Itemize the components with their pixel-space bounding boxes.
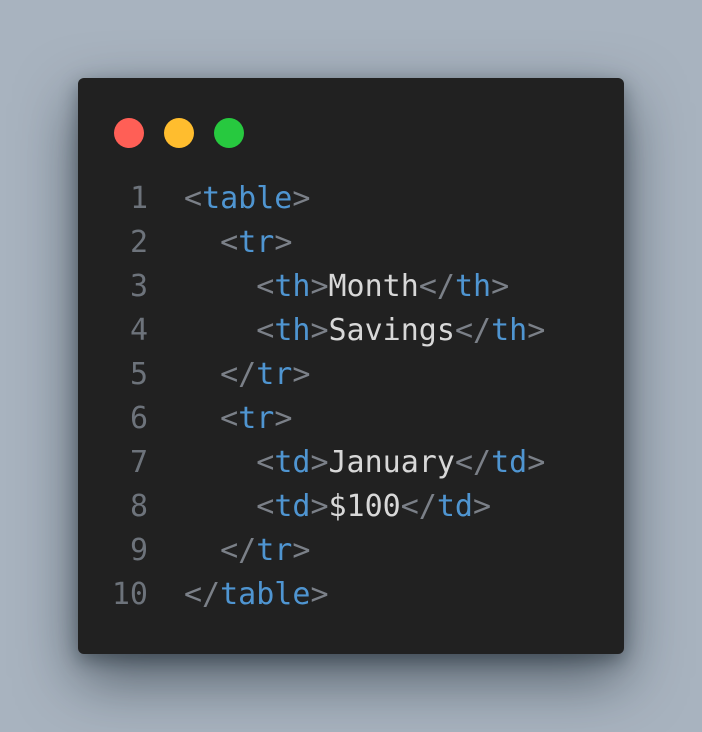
- text-token: Month: [328, 269, 419, 304]
- code-line: 9 </tr>: [78, 529, 624, 573]
- punctuation-token: </: [220, 533, 257, 568]
- punctuation-token: <: [256, 313, 275, 348]
- line-code: <td>January</td>: [184, 441, 545, 485]
- tag-name-token: tr: [238, 225, 275, 260]
- tag-name-token: tr: [256, 357, 293, 392]
- punctuation-token: </: [400, 489, 437, 524]
- code-line: 10 </table>: [78, 573, 624, 617]
- tag-name-token: tr: [256, 533, 293, 568]
- line-number: 1: [129, 181, 148, 216]
- punctuation-token: >: [292, 533, 311, 568]
- line-code: <td>$100</td>: [184, 485, 491, 529]
- punctuation-token: <: [256, 269, 275, 304]
- minimize-button[interactable]: [164, 118, 194, 148]
- punctuation-token: >: [310, 313, 329, 348]
- tag-name-token: td: [274, 489, 311, 524]
- maximize-button[interactable]: [214, 118, 244, 148]
- line-number: 5: [129, 357, 148, 392]
- line-number: 6: [129, 401, 148, 436]
- punctuation-token: >: [292, 357, 311, 392]
- punctuation-token: </: [454, 445, 492, 480]
- punctuation-token: <: [220, 225, 239, 260]
- punctuation-token: >: [292, 181, 311, 216]
- tag-name-token: td: [436, 489, 473, 524]
- line-code: <tr>: [184, 397, 292, 441]
- code-line: 3 <th>Month</th>: [78, 265, 624, 309]
- line-code: </table>: [184, 573, 329, 617]
- text-token: January: [328, 445, 455, 480]
- punctuation-token: </: [454, 313, 492, 348]
- code-line: 5 </tr>: [78, 353, 624, 397]
- punctuation-token: </: [220, 357, 257, 392]
- code-line: 8 <td>$100</td>: [78, 485, 624, 529]
- punctuation-token: >: [491, 269, 510, 304]
- tag-name-token: tr: [238, 401, 275, 436]
- code-line: 1 <table>: [78, 177, 624, 221]
- punctuation-token: >: [310, 269, 329, 304]
- close-button[interactable]: [114, 118, 144, 148]
- line-number: 9: [129, 533, 148, 568]
- tag-name-token: th: [274, 269, 311, 304]
- code-window: 1 <table> 2 <tr> 3 <th>Month</th> 4 <th>Savi…: [78, 78, 624, 654]
- punctuation-token: >: [274, 401, 293, 436]
- code-block: 1 <table> 2 <tr> 3 <th>Month</th> 4 <th>Savi…: [78, 177, 624, 617]
- line-code: <th>Month</th>: [184, 265, 509, 309]
- punctuation-token: <: [256, 445, 275, 480]
- punctuation-token: >: [473, 489, 492, 524]
- punctuation-token: <: [184, 181, 203, 216]
- line-number: 10: [111, 577, 148, 612]
- line-number: 7: [129, 445, 148, 480]
- code-line: 4 <th>Savings</th>: [78, 309, 624, 353]
- code-line: 6 <tr>: [78, 397, 624, 441]
- punctuation-token: >: [527, 313, 546, 348]
- punctuation-token: </: [418, 269, 455, 304]
- punctuation-token: <: [220, 401, 239, 436]
- punctuation-token: <: [256, 489, 275, 524]
- tag-name-token: td: [491, 445, 528, 480]
- punctuation-token: >: [310, 445, 329, 480]
- tag-name-token: th: [491, 313, 528, 348]
- punctuation-token: </: [184, 577, 221, 612]
- tag-name-token: table: [202, 181, 293, 216]
- line-number: 4: [129, 313, 148, 348]
- line-number: 8: [129, 489, 148, 524]
- line-code: </tr>: [184, 529, 310, 573]
- line-code: <th>Savings</th>: [184, 309, 545, 353]
- text-token: Savings: [328, 313, 455, 348]
- line-number: 3: [129, 269, 148, 304]
- line-number: 2: [129, 225, 148, 260]
- code-line: 7 <td>January</td>: [78, 441, 624, 485]
- text-token: $100: [328, 489, 401, 524]
- line-code: <tr>: [184, 221, 292, 265]
- punctuation-token: >: [310, 489, 329, 524]
- tag-name-token: th: [274, 313, 311, 348]
- tag-name-token: table: [220, 577, 311, 612]
- punctuation-token: >: [274, 225, 293, 260]
- code-line: 2 <tr>: [78, 221, 624, 265]
- punctuation-token: >: [310, 577, 329, 612]
- line-code: </tr>: [184, 353, 310, 397]
- tag-name-token: td: [274, 445, 311, 480]
- tag-name-token: th: [454, 269, 492, 304]
- line-code: <table>: [184, 177, 310, 221]
- punctuation-token: >: [527, 445, 546, 480]
